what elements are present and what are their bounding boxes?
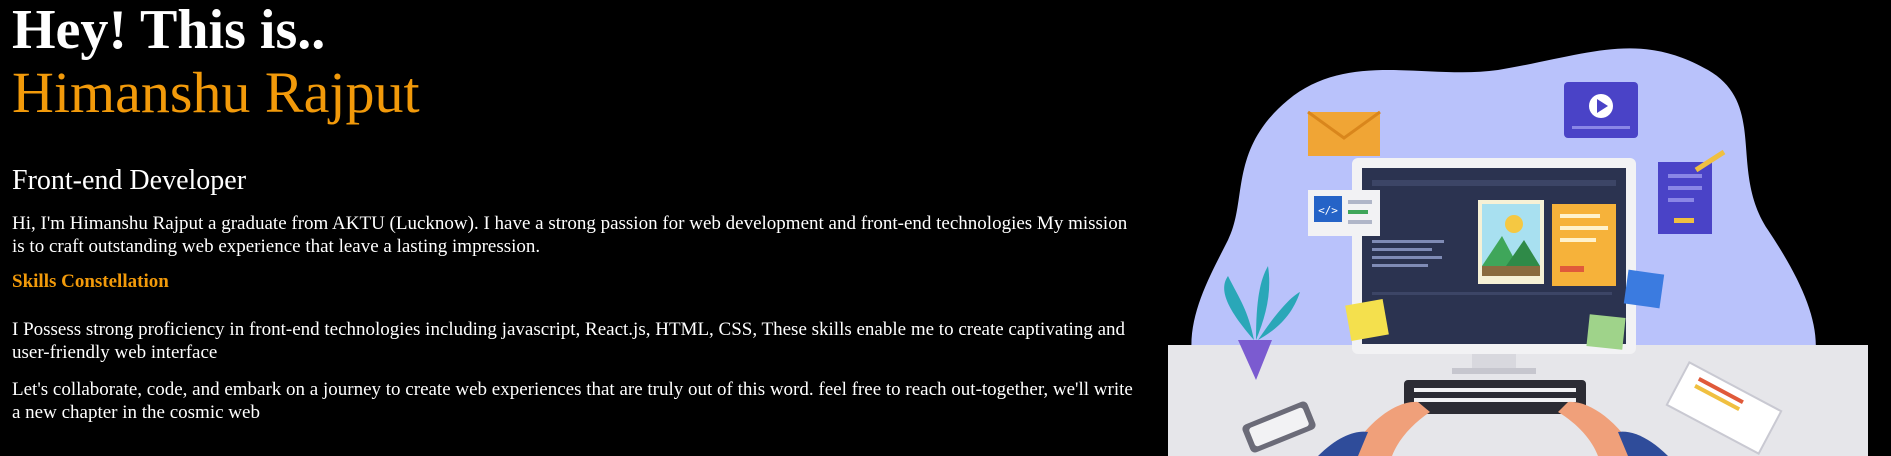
sticky-note-green bbox=[1586, 314, 1626, 350]
skills-heading: Skills Constellation bbox=[12, 271, 169, 292]
greeting-heading: Hey! This is.. bbox=[12, 0, 326, 61]
intro-paragraph: Hi, I'm Himanshu Rajput a graduate from … bbox=[12, 213, 1128, 257]
name-heading: Himanshu Rajput bbox=[12, 60, 420, 125]
skills-paragraph: I Possess strong proficiency in front-en… bbox=[12, 319, 1126, 363]
code-badge-label: </> bbox=[1318, 204, 1338, 217]
sticky-note-yellow bbox=[1345, 298, 1389, 342]
hero-section: Hey! This is.. Himanshu Rajput Front-end… bbox=[12, 0, 1137, 423]
role-title: Front-end Developer bbox=[12, 165, 247, 196]
mail-envelope-icon bbox=[1307, 110, 1381, 156]
keyboard bbox=[1404, 380, 1586, 414]
video-player-icon bbox=[1564, 82, 1638, 138]
collaborate-paragraph: Let's collaborate, code, and embark on a… bbox=[12, 379, 1133, 423]
code-icon: </> bbox=[1308, 190, 1380, 236]
sticky-note-blue bbox=[1623, 269, 1665, 309]
developer-illustration: </> bbox=[1168, 40, 1868, 456]
